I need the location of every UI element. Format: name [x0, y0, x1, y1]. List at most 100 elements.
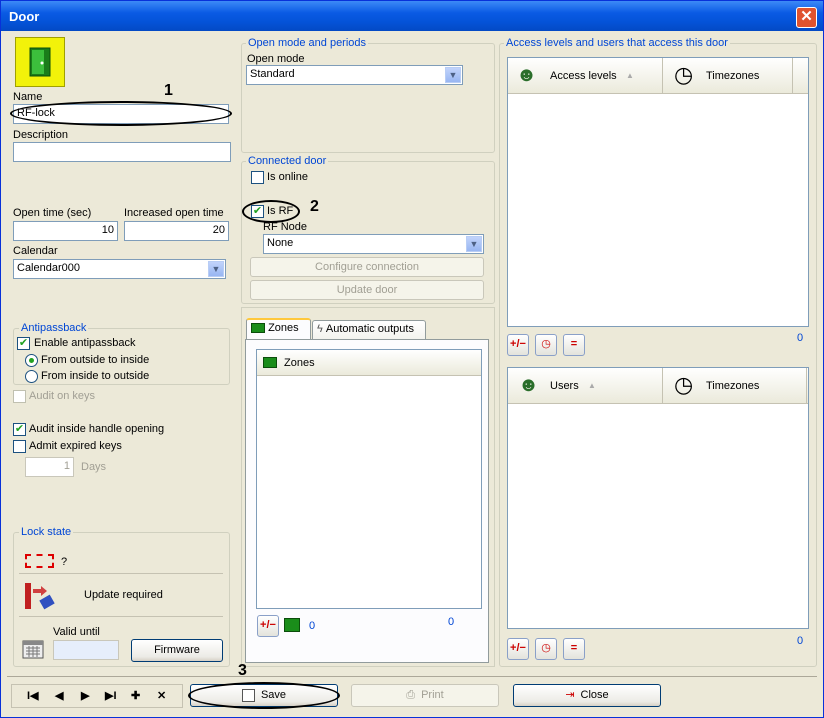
- update-door-button[interactable]: Update door: [250, 280, 484, 300]
- users-timezones-column[interactable]: Timezones: [706, 380, 759, 392]
- sort-up-icon: ▲: [626, 71, 634, 80]
- door-window: Door ✕ Name RF-lock Description Open tim…: [0, 0, 824, 718]
- next-record-button[interactable]: ▶: [81, 689, 89, 702]
- annotation-oval-save: [188, 682, 340, 709]
- enable-antipassback-checkbox[interactable]: ✔: [17, 337, 30, 350]
- lock-status-icon: [25, 554, 54, 568]
- valid-until-field[interactable]: [53, 640, 119, 660]
- tab-zones-label: Zones: [268, 322, 299, 334]
- admit-expired-checkbox[interactable]: [13, 440, 26, 453]
- audit-inside-label: Audit inside handle opening: [29, 423, 165, 435]
- access-group-title: Access levels and users that access this…: [504, 37, 730, 49]
- timezones-column[interactable]: Timezones: [706, 70, 759, 82]
- firmware-button[interactable]: Firmware: [131, 639, 223, 662]
- door-icon: [15, 37, 65, 87]
- clock-person-icon: ◷: [674, 372, 694, 397]
- users-count: 0: [797, 635, 804, 647]
- column-divider: [662, 368, 663, 404]
- user-icon: ☻: [518, 374, 540, 396]
- window-close-button[interactable]: ✕: [796, 7, 817, 28]
- days-field[interactable]: 1: [25, 457, 74, 477]
- add-remove-user-button[interactable]: +/−: [507, 638, 529, 660]
- column-divider: [806, 368, 807, 404]
- rf-node-value: None: [267, 237, 294, 249]
- open-mode-value: Standard: [250, 68, 295, 80]
- column-divider: [662, 58, 663, 94]
- open-mode-select[interactable]: Standard ▼: [246, 65, 463, 85]
- calendar-select[interactable]: Calendar000 ▼: [13, 259, 226, 279]
- rf-node-select[interactable]: None ▼: [263, 234, 484, 254]
- calendar-label: Calendar: [13, 245, 58, 257]
- delete-record-button[interactable]: ✕: [157, 689, 166, 702]
- calendar-value: Calendar000: [17, 262, 80, 274]
- lightning-icon: ϟ: [317, 323, 323, 335]
- from-outside-label: From outside to inside: [41, 354, 150, 366]
- description-field[interactable]: [13, 142, 231, 162]
- open-mode-group-title: Open mode and periods: [246, 37, 369, 49]
- add-remove-access-button[interactable]: +/−: [507, 334, 529, 356]
- users-grid[interactable]: ☻ Users ▲ ◷ Timezones: [507, 367, 809, 629]
- column-divider: [792, 58, 793, 94]
- connected-door-title: Connected door: [246, 155, 329, 167]
- update-required-text: Update required: [84, 589, 163, 601]
- open-mode-label: Open mode: [247, 53, 305, 65]
- annotation-oval-rf: [242, 200, 300, 223]
- name-label: Name: [13, 91, 43, 103]
- annotation-number-2: 2: [310, 198, 319, 215]
- divider: [19, 573, 223, 574]
- annotation-number-1: 1: [164, 82, 173, 99]
- update-key-icon: [23, 581, 57, 611]
- zones-icon: [263, 357, 277, 368]
- add-remove-zone-button[interactable]: +/−: [257, 615, 279, 637]
- zones-total: 0: [448, 616, 455, 628]
- audit-inside-checkbox[interactable]: ✔: [13, 423, 26, 436]
- prev-record-button[interactable]: ◀: [55, 689, 63, 702]
- tab-automatic-outputs-label: Automatic outputs: [325, 323, 414, 335]
- increased-open-time-label: Increased open time: [124, 207, 224, 219]
- open-time-field[interactable]: 10: [13, 221, 118, 241]
- window-title: Door: [9, 9, 40, 24]
- users-column[interactable]: Users: [550, 380, 579, 392]
- chevron-down-icon[interactable]: ▼: [445, 67, 461, 83]
- divider: [19, 616, 223, 617]
- chevron-down-icon[interactable]: ▼: [208, 261, 224, 277]
- days-label: Days: [81, 461, 107, 473]
- tab-automatic-outputs[interactable]: ϟ Automatic outputs: [312, 320, 426, 339]
- bottom-divider: [7, 676, 817, 677]
- tab-zones[interactable]: Zones: [246, 318, 311, 339]
- lock-status-text: ?: [61, 556, 68, 568]
- audit-on-keys-checkbox[interactable]: [13, 390, 26, 403]
- zones-column-header[interactable]: Zones: [284, 357, 315, 369]
- users-header: ☻ Users ▲ ◷ Timezones: [508, 368, 808, 404]
- is-online-checkbox[interactable]: [251, 171, 264, 184]
- lock-state-title: Lock state: [19, 526, 74, 538]
- add-record-button[interactable]: ✚: [131, 689, 140, 702]
- printer-icon: ⎙: [406, 689, 416, 701]
- timezone-user-button[interactable]: ◷: [535, 638, 557, 660]
- chevron-down-icon[interactable]: ▼: [466, 236, 482, 252]
- close-label: Close: [580, 689, 609, 701]
- clock-person-icon: ◷: [674, 62, 694, 87]
- from-inside-radio[interactable]: [25, 370, 38, 383]
- access-levels-column[interactable]: Access levels: [550, 70, 617, 82]
- access-count: 0: [797, 332, 804, 344]
- annotation-oval-name: [10, 101, 232, 126]
- audit-on-keys-label: Audit on keys: [29, 390, 96, 402]
- close-button[interactable]: ⇥ Close: [513, 684, 661, 707]
- increased-open-time-field[interactable]: 20: [124, 221, 229, 241]
- print-button[interactable]: ⎙ Print: [351, 684, 499, 707]
- zones-list[interactable]: Zones: [256, 349, 482, 609]
- zones-count: 0: [309, 620, 316, 632]
- access-levels-grid[interactable]: ☻ Access levels ▲ ◷ Timezones: [507, 57, 809, 327]
- equal-user-button[interactable]: =: [563, 638, 585, 660]
- is-online-label: Is online: [267, 171, 308, 183]
- configure-connection-button[interactable]: Configure connection: [250, 257, 484, 277]
- zones-export-icon[interactable]: [284, 618, 300, 632]
- title-bar: Door ✕: [1, 1, 823, 31]
- first-record-button[interactable]: I◀: [27, 689, 39, 702]
- people-icon: ☻: [516, 64, 538, 86]
- last-record-button[interactable]: ▶I: [105, 689, 117, 702]
- equal-access-button[interactable]: =: [563, 334, 585, 356]
- timezone-access-button[interactable]: ◷: [535, 334, 557, 356]
- from-outside-radio[interactable]: [25, 354, 38, 367]
